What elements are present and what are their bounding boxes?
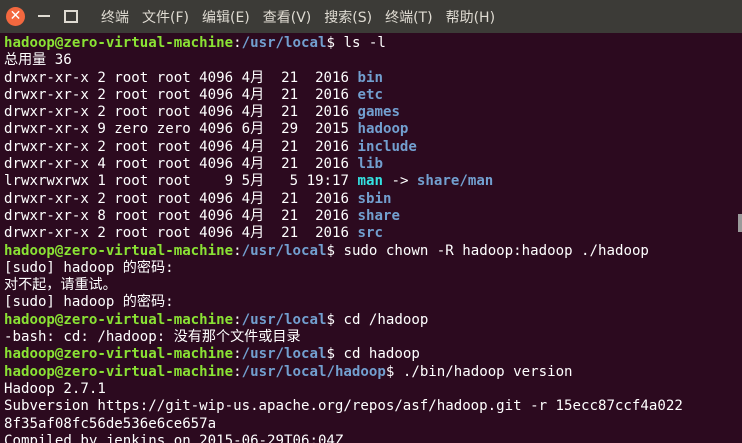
file-meta: drwxr-xr-x 2 root root 4096 4月 21 2016 xyxy=(4,225,358,242)
output-text: [sudo] hadoop 的密码: xyxy=(4,294,174,311)
terminal-line: hadoop@zero-virtual-machine:/usr/local$ … xyxy=(4,312,732,329)
terminal-line: [sudo] hadoop 的密码: xyxy=(4,294,732,311)
menu-bar: 终端 文件(F) 编辑(E) 查看(V) 搜索(S) 终端(T) 帮助(H) xyxy=(101,0,508,33)
terminal-line: drwxr-xr-x 2 root root 4096 4月 21 2016 s… xyxy=(4,191,732,208)
terminal-line: drwxr-xr-x 2 root root 4096 4月 21 2016 e… xyxy=(4,87,732,104)
menu-item[interactable]: 搜索(S) xyxy=(324,7,372,27)
prompt-separator: : xyxy=(233,242,242,259)
terminal-line: [sudo] hadoop 的密码: xyxy=(4,260,732,277)
terminal-line: drwxr-xr-x 9 zero zero 4096 6月 29 2015 h… xyxy=(4,121,732,138)
file-meta: drwxr-xr-x 8 root root 4096 4月 21 2016 xyxy=(4,207,358,224)
menu-item[interactable]: 文件(F) xyxy=(142,7,189,27)
prompt-path: /usr/local xyxy=(241,242,327,259)
file-meta: drwxr-xr-x 4 root root 4096 4月 21 2016 xyxy=(4,156,358,173)
prompt-user-host: hadoop@zero-virtual-machine xyxy=(4,35,234,51)
command-text: sudo chown -R hadoop:hadoop ./hadoop xyxy=(334,242,649,259)
directory-name: etc xyxy=(357,86,383,103)
terminal-line: hadoop@zero-virtual-machine:/usr/local$ … xyxy=(4,346,732,363)
prompt-user-host: hadoop@zero-virtual-machine xyxy=(4,311,234,328)
terminal-line: Subversion https://git-wip-us.apache.org… xyxy=(4,398,732,415)
terminal-line: hadoop@zero-virtual-machine:/usr/local$ … xyxy=(4,243,732,260)
prompt-separator: : xyxy=(233,311,242,328)
directory-name: hadoop xyxy=(357,121,409,138)
terminal-line: hadoop@zero-virtual-machine:/usr/local/h… xyxy=(4,364,732,381)
prompt-path: /usr/local xyxy=(241,311,327,328)
output-text: Subversion https://git-wip-us.apache.org… xyxy=(4,398,683,415)
symlink-name: man xyxy=(357,173,383,190)
file-meta: lrwxrwxrwx 1 root root 9 5月 5 19:17 xyxy=(4,173,358,190)
terminal-line: drwxr-xr-x 2 root root 4096 4月 21 2016 b… xyxy=(4,70,732,87)
terminal-line: hadoop@zero-virtual-machine:/usr/local$ … xyxy=(4,35,732,52)
directory-name: lib xyxy=(357,156,383,173)
output-text: 对不起，请重试。 xyxy=(4,277,117,294)
terminal-output[interactable]: hadoop@zero-virtual-machine:/usr/local$ … xyxy=(4,35,732,443)
prompt-symbol: $ xyxy=(326,311,335,328)
terminal-line: 对不起，请重试。 xyxy=(4,277,732,294)
file-meta: drwxr-xr-x 2 root root 4096 4月 21 2016 xyxy=(4,190,358,207)
output-text: Compiled by jenkins on 2015-06-29T06:04Z xyxy=(4,432,344,443)
menu-item[interactable]: 编辑(E) xyxy=(202,7,250,27)
file-meta: drwxr-xr-x 2 root root 4096 4月 21 2016 xyxy=(4,86,358,103)
command-text: cd hadoop xyxy=(334,346,420,363)
prompt-user-host: hadoop@zero-virtual-machine xyxy=(4,242,234,259)
directory-name: src xyxy=(357,225,383,242)
menu-item[interactable]: 帮助(H) xyxy=(446,7,495,27)
directory-name: include xyxy=(357,138,417,155)
file-meta: drwxr-xr-x 2 root root 4096 4月 21 2016 xyxy=(4,104,358,121)
prompt-path: /usr/local xyxy=(241,346,327,363)
prompt-path: /usr/local/hadoop xyxy=(241,363,386,380)
command-text: ./bin/hadoop version xyxy=(394,363,573,380)
directory-name: share xyxy=(357,207,400,224)
prompt-symbol: $ xyxy=(326,346,335,363)
symlink-target: share/man xyxy=(416,173,494,190)
output-text: 总用量 36 xyxy=(4,52,72,69)
file-meta: drwxr-xr-x 2 root root 4096 4月 21 2016 xyxy=(4,138,358,155)
maximize-icon[interactable] xyxy=(64,10,78,23)
terminal-line: Compiled by jenkins on 2015-06-29T06:04Z xyxy=(4,433,732,443)
scrollbar-thumb[interactable] xyxy=(738,214,742,232)
terminal-line: 总用量 36 xyxy=(4,52,732,69)
prompt-user-host: hadoop@zero-virtual-machine xyxy=(4,346,234,363)
terminal-line: Hadoop 2.7.1 xyxy=(4,381,732,398)
menu-item[interactable]: 终端(T) xyxy=(385,7,432,27)
prompt-path: /usr/local xyxy=(241,35,327,51)
menu-item[interactable]: 终端 xyxy=(101,7,129,27)
terminal-line: drwxr-xr-x 2 root root 4096 4月 21 2016 g… xyxy=(4,104,732,121)
terminal-line: 8f35af08fc56de536e6ce657a xyxy=(4,416,732,433)
prompt-symbol: $ xyxy=(326,242,335,259)
output-text: -bash: cd: /hadoop: 没有那个文件或目录 xyxy=(4,329,301,346)
output-text: 8f35af08fc56de536e6ce657a xyxy=(4,415,217,432)
file-meta: drwxr-xr-x 9 zero zero 4096 6月 29 2015 xyxy=(4,121,358,138)
command-text: ls -l xyxy=(334,35,386,51)
directory-name: bin xyxy=(357,69,383,86)
terminal-line: -bash: cd: /hadoop: 没有那个文件或目录 xyxy=(4,329,732,346)
menu-item[interactable]: 查看(V) xyxy=(263,7,312,27)
terminal-window: ✕ 终端 文件(F) 编辑(E) 查看(V) 搜索(S) 终端(T) 帮助(H) hadoo… xyxy=(0,0,742,443)
terminal-line: drwxr-xr-x 8 root root 4096 4月 21 2016 s… xyxy=(4,208,732,225)
output-text: Hadoop 2.7.1 xyxy=(4,380,106,397)
prompt-separator: : xyxy=(233,363,242,380)
terminal-line: drwxr-xr-x 4 root root 4096 4月 21 2016 l… xyxy=(4,156,732,173)
command-text: cd /hadoop xyxy=(334,311,429,328)
title-bar: ✕ 终端 文件(F) 编辑(E) 查看(V) 搜索(S) 终端(T) 帮助(H) xyxy=(0,0,742,33)
prompt-user-host: hadoop@zero-virtual-machine xyxy=(4,363,234,380)
terminal-line: lrwxrwxrwx 1 root root 9 5月 5 19:17 man … xyxy=(4,173,732,190)
file-meta: drwxr-xr-x 2 root root 4096 4月 21 2016 xyxy=(4,69,358,86)
terminal-line: drwxr-xr-x 2 root root 4096 4月 21 2016 i… xyxy=(4,139,732,156)
symlink-arrow: -> xyxy=(382,173,417,190)
prompt-symbol: $ xyxy=(326,35,335,51)
directory-name: games xyxy=(357,104,400,121)
prompt-separator: : xyxy=(233,346,242,363)
terminal-line: drwxr-xr-x 2 root root 4096 4月 21 2016 s… xyxy=(4,225,732,242)
minimize-icon[interactable] xyxy=(38,15,50,17)
output-text: [sudo] hadoop 的密码: xyxy=(4,259,174,276)
directory-name: sbin xyxy=(357,190,392,207)
close-icon[interactable]: ✕ xyxy=(6,7,25,26)
prompt-separator: : xyxy=(233,35,242,51)
